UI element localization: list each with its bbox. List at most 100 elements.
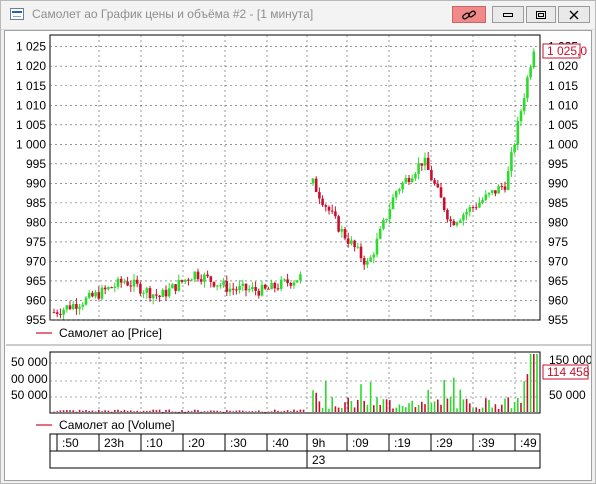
candle-body <box>500 186 504 188</box>
candle-body <box>193 271 197 280</box>
volume-bar <box>174 411 177 413</box>
candle-body <box>135 279 139 284</box>
price-tick-left: 970 <box>26 254 46 268</box>
volume-bar <box>98 409 100 412</box>
candle-body <box>273 282 277 289</box>
chart-window: Самолет ао График цены и объёма #2 - [1 … <box>0 0 596 484</box>
candle-body <box>87 292 91 298</box>
volume-bar <box>478 408 481 412</box>
candle-body <box>71 304 75 310</box>
candle-body <box>292 282 296 286</box>
restore-button[interactable] <box>526 6 556 23</box>
price-tick-right: 980 <box>548 215 568 229</box>
candle-body <box>215 285 219 287</box>
candle-body <box>401 182 404 190</box>
volume-bar <box>312 390 314 412</box>
volume-bar <box>469 403 471 412</box>
price-plot-area[interactable] <box>49 34 541 321</box>
candle-body <box>311 178 315 184</box>
candle-body <box>148 288 152 299</box>
volume-bar <box>433 401 436 412</box>
volume-bar <box>334 406 337 412</box>
candle-body <box>420 163 424 166</box>
candle-body <box>251 287 254 290</box>
price-tick-right: 1 000 <box>548 137 578 151</box>
volume-bar <box>504 398 506 412</box>
candle-body <box>436 183 440 188</box>
candle-body <box>161 289 165 297</box>
day-label: 23 <box>312 453 326 467</box>
volume-bar <box>408 403 410 412</box>
candle-body <box>350 240 353 244</box>
volume-bar <box>126 410 129 412</box>
price-legend: Самолет ао [Price] <box>59 326 162 340</box>
candle-body <box>68 305 72 310</box>
candle-body <box>327 206 331 211</box>
candle-body <box>209 276 213 282</box>
minimize-button[interactable] <box>492 6 524 23</box>
candle-body <box>516 121 520 145</box>
title-bar[interactable]: Самолет ао График цены и объёма #2 - [1 … <box>1 1 595 30</box>
time-label: :09 <box>352 436 369 450</box>
time-label: :10 <box>146 436 163 450</box>
link-button[interactable] <box>452 6 486 23</box>
candle-body <box>490 190 494 193</box>
volume-bar <box>494 404 497 412</box>
volume-bar <box>158 409 161 412</box>
volume-bar <box>379 404 381 412</box>
candle-body <box>449 219 452 222</box>
volume-bar <box>66 410 68 412</box>
candle-body <box>529 67 532 78</box>
volume-bar <box>110 411 113 413</box>
volume-bar <box>290 411 292 412</box>
candle-body <box>324 205 328 207</box>
volume-bar <box>325 380 327 412</box>
candle-body <box>167 288 171 297</box>
volume-bar <box>411 400 413 412</box>
price-tick-left: 1 005 <box>16 118 46 132</box>
candle-body <box>94 292 97 297</box>
candle-body <box>510 152 513 172</box>
volume-bar <box>321 407 324 412</box>
volume-bar <box>136 410 138 412</box>
price-tick-right: 990 <box>548 176 568 190</box>
candle-body <box>295 280 299 283</box>
volume-bar <box>277 410 279 412</box>
volume-bar <box>82 410 84 412</box>
volume-bar <box>376 397 378 412</box>
volume-bar <box>107 410 110 412</box>
volume-bar <box>85 410 87 412</box>
volume-bar <box>219 411 222 412</box>
volume-left-tick-50000: 50 000 <box>11 388 48 402</box>
volume-bar <box>171 411 174 413</box>
volume-bar <box>75 411 78 413</box>
volume-bar <box>510 408 513 412</box>
candle-body <box>353 240 356 248</box>
candle-body <box>81 304 85 307</box>
volume-bar <box>101 411 103 412</box>
volume-bar <box>293 409 295 412</box>
volume-bar <box>446 398 449 412</box>
volume-bar <box>360 384 362 412</box>
volume-bar <box>462 399 465 412</box>
volume-bar <box>389 400 391 412</box>
time-label: 23h <box>104 436 124 450</box>
volume-bar <box>72 410 74 412</box>
volume-bar <box>242 410 244 412</box>
candle-body <box>267 288 270 290</box>
close-button[interactable] <box>558 6 590 23</box>
chart-canvas: 955 955 960 960 965 965 970 970 975 975 980 980 985 9… <box>6 34 591 469</box>
volume-bar <box>517 397 519 412</box>
candle-body <box>103 287 107 290</box>
candle-body <box>359 246 363 259</box>
volume-bar <box>117 409 119 412</box>
volume-bar <box>395 407 397 412</box>
volume-bar <box>421 401 423 412</box>
volume-bar <box>472 407 474 412</box>
candle-body <box>84 297 88 305</box>
candle-body <box>369 257 372 262</box>
candle-body <box>171 284 174 289</box>
candle-body <box>183 279 187 282</box>
candle-body <box>203 274 206 282</box>
candle-body <box>481 200 484 203</box>
